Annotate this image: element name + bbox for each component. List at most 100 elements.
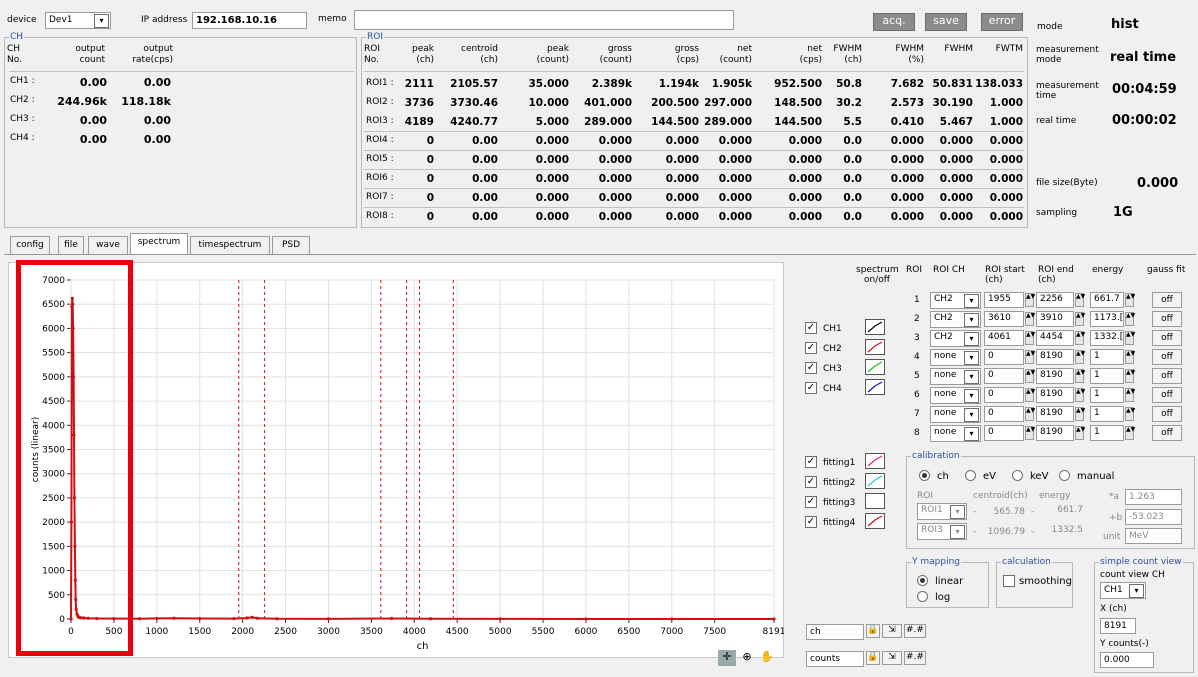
cal-unit-input[interactable]: MeV	[1125, 528, 1182, 544]
chevron-down-icon[interactable]: ▾	[964, 427, 979, 441]
spin-arrows-icon[interactable]: ▲▼	[1075, 331, 1085, 345]
cal-radio-manual[interactable]	[1059, 470, 1070, 481]
roi-spin-input[interactable]: 0	[984, 368, 1024, 384]
fitting-toggle-checkbox[interactable]: ✓	[805, 456, 817, 468]
roi-ch-select[interactable]: CH2 ▾	[930, 292, 981, 309]
roi-spin-input[interactable]: 3610	[984, 311, 1024, 327]
crosshair-icon[interactable]: ✛	[718, 650, 736, 666]
roi-spin-input[interactable]: 2256	[1036, 292, 1074, 308]
roi-spin-input[interactable]: 1955	[984, 292, 1024, 308]
cal-radio-keV[interactable]	[1012, 470, 1023, 481]
fitting-toggle-checkbox[interactable]: ✓	[805, 496, 817, 508]
tab-config[interactable]: config	[10, 236, 50, 254]
chevron-down-icon[interactable]: ▾	[964, 408, 979, 422]
cal-b-input[interactable]: -53.023	[1125, 509, 1182, 525]
count-view-x-input[interactable]: 8191	[1100, 618, 1136, 634]
format-icon[interactable]: #.#	[904, 624, 926, 638]
axis-format-icon[interactable]: ⇲	[882, 624, 902, 638]
spin-arrows-icon[interactable]: ▲▼	[1125, 331, 1135, 345]
axis-format-icon[interactable]: ⇲	[882, 651, 902, 665]
chevron-down-icon[interactable]: ▾	[94, 14, 109, 28]
cal-radio-eV[interactable]	[965, 470, 976, 481]
chevron-down-icon[interactable]: ▾	[964, 389, 979, 403]
zoom-icon[interactable]: ⊕	[738, 650, 756, 666]
spin-arrows-icon[interactable]: ▲▼	[1125, 388, 1135, 402]
spin-arrows-icon[interactable]: ▲▼	[1025, 407, 1035, 421]
chevron-down-icon[interactable]: ▾	[950, 525, 965, 539]
spin-arrows-icon[interactable]: ▲▼	[1125, 369, 1135, 383]
spin-arrows-icon[interactable]: ▲▼	[1125, 407, 1135, 421]
chevron-down-icon[interactable]: ▾	[964, 294, 979, 308]
roi-spin-input[interactable]: 8190	[1036, 368, 1074, 384]
roi-ch-select[interactable]: none ▾	[930, 387, 981, 404]
chevron-down-icon[interactable]: ▾	[964, 370, 979, 384]
spin-arrows-icon[interactable]: ▲▼	[1125, 312, 1135, 326]
spin-arrows-icon[interactable]: ▲▼	[1125, 293, 1135, 307]
fitting-toggle-checkbox[interactable]: ✓	[805, 516, 817, 528]
roi-spin-input[interactable]: 0	[984, 425, 1024, 441]
spin-arrows-icon[interactable]: ▲▼	[1075, 369, 1085, 383]
memo-input[interactable]	[354, 10, 734, 30]
ch-toggle-checkbox[interactable]: ✓	[805, 362, 817, 374]
gauss-fit-toggle[interactable]: off	[1152, 311, 1182, 327]
spin-arrows-icon[interactable]: ▲▼	[1025, 426, 1035, 440]
cal-roi-select[interactable]: ROI3 ▾	[917, 523, 967, 540]
roi-spin-input[interactable]: 1	[1090, 406, 1124, 422]
chevron-down-icon[interactable]: ▾	[964, 351, 979, 365]
gauss-fit-toggle[interactable]: off	[1152, 406, 1182, 422]
ch-toggle-checkbox[interactable]: ✓	[805, 322, 817, 334]
ch-toggle-checkbox[interactable]: ✓	[805, 382, 817, 394]
radio-linear[interactable]	[917, 575, 928, 586]
cursor-x-name[interactable]: ch	[806, 624, 864, 640]
ip-input[interactable]: 192.168.10.16	[192, 12, 307, 29]
roi-ch-select[interactable]: CH2 ▾	[930, 311, 981, 328]
roi-ch-select[interactable]: none ▾	[930, 425, 981, 442]
roi-spin-input[interactable]: 0	[984, 387, 1024, 403]
roi-spin-input[interactable]: 1173.[unclear]	[1090, 311, 1124, 327]
roi-spin-input[interactable]: 8190	[1036, 425, 1074, 441]
roi-spin-input[interactable]: 1	[1090, 387, 1124, 403]
cal-a-input[interactable]: 1.263	[1125, 489, 1182, 505]
smoothing-checkbox[interactable]	[1003, 575, 1015, 587]
lock-icon[interactable]: 🔒	[866, 624, 880, 638]
spin-arrows-icon[interactable]: ▲▼	[1025, 312, 1035, 326]
roi-ch-select[interactable]: none ▾	[930, 368, 981, 385]
spin-arrows-icon[interactable]: ▲▼	[1125, 350, 1135, 364]
spin-arrows-icon[interactable]: ▲▼	[1025, 331, 1035, 345]
ch-toggle-checkbox[interactable]: ✓	[805, 342, 817, 354]
acq-button[interactable]: acq.	[873, 13, 915, 31]
roi-spin-input[interactable]: 3910	[1036, 311, 1074, 327]
gauss-fit-toggle[interactable]: off	[1152, 330, 1182, 346]
gauss-fit-toggle[interactable]: off	[1152, 349, 1182, 365]
save-button[interactable]: save	[925, 13, 967, 31]
fitting-toggle-checkbox[interactable]: ✓	[805, 476, 817, 488]
gauss-fit-toggle[interactable]: off	[1152, 387, 1182, 403]
tab-PSD[interactable]: PSD	[272, 236, 310, 254]
roi-spin-input[interactable]: 0	[984, 349, 1024, 365]
format-icon[interactable]: #.#	[904, 651, 926, 665]
tab-file[interactable]: file	[58, 236, 84, 254]
spin-arrows-icon[interactable]: ▲▼	[1075, 350, 1085, 364]
spin-arrows-icon[interactable]: ▲▼	[1075, 426, 1085, 440]
gauss-fit-toggle[interactable]: off	[1152, 292, 1182, 308]
chevron-down-icon[interactable]: ▾	[1129, 584, 1144, 598]
roi-ch-select[interactable]: none ▾	[930, 349, 981, 366]
gauss-fit-toggle[interactable]: off	[1152, 425, 1182, 441]
chevron-down-icon[interactable]: ▾	[950, 505, 965, 519]
roi-spin-input[interactable]: 0	[984, 406, 1024, 422]
cal-radio-ch[interactable]	[919, 470, 930, 481]
roi-spin-input[interactable]: 1	[1090, 368, 1124, 384]
spin-arrows-icon[interactable]: ▲▼	[1075, 312, 1085, 326]
roi-spin-input[interactable]: 661.7	[1090, 292, 1124, 308]
device-select[interactable]: Dev1 ▾	[45, 12, 111, 29]
pan-hand-icon[interactable]: ✋	[758, 650, 776, 666]
roi-spin-input[interactable]: 4061	[984, 330, 1024, 346]
gauss-fit-toggle[interactable]: off	[1152, 368, 1182, 384]
roi-spin-input[interactable]: 4454	[1036, 330, 1074, 346]
roi-ch-select[interactable]: none ▾	[930, 406, 981, 423]
count-view-ch-select[interactable]: CH1 ▾	[1100, 582, 1146, 599]
error-button[interactable]: error	[981, 13, 1023, 31]
spin-arrows-icon[interactable]: ▲▼	[1075, 388, 1085, 402]
lock-icon[interactable]: 🔒	[866, 651, 880, 665]
roi-spin-input[interactable]: 8190	[1036, 349, 1074, 365]
